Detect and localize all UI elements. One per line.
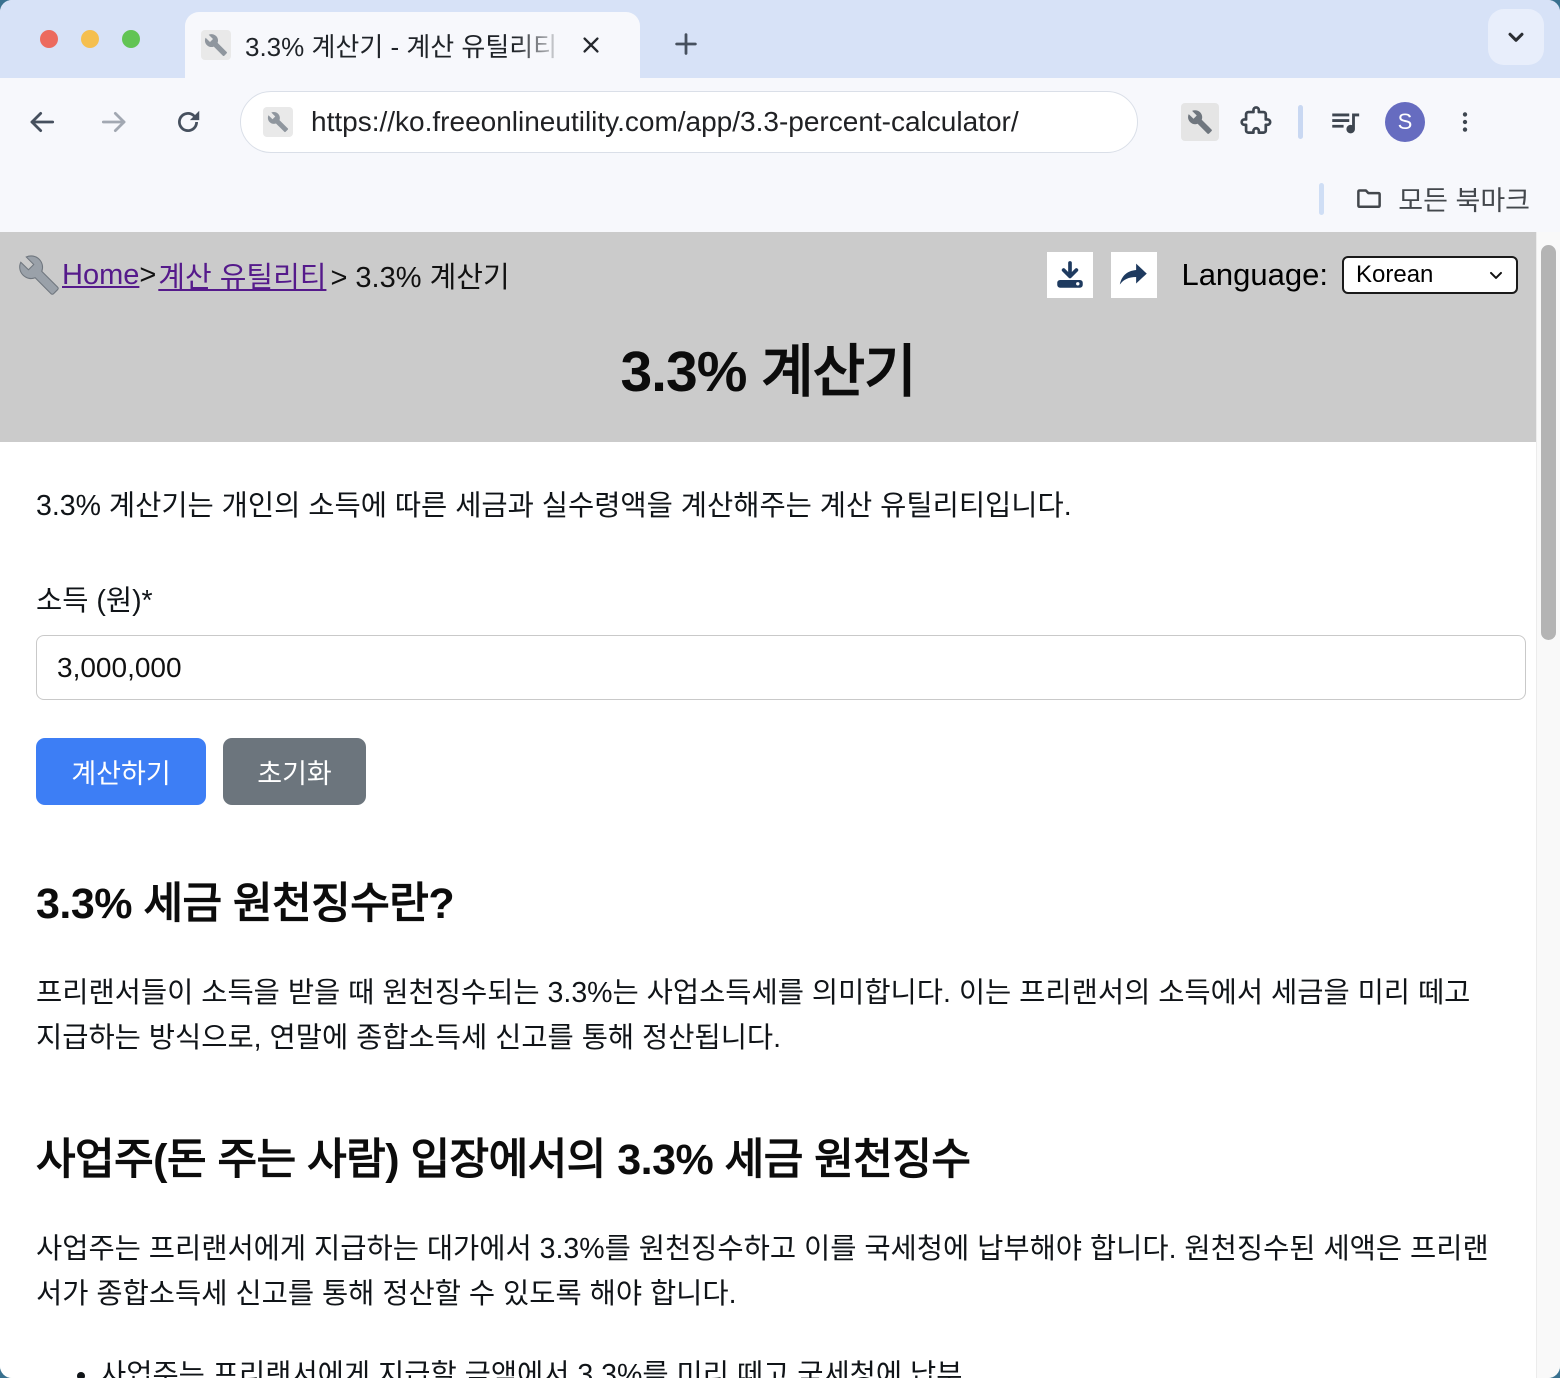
- tab-close-icon[interactable]: [573, 27, 609, 63]
- media-playlist-button[interactable]: [1317, 94, 1373, 150]
- page-content: 3.3% 계산기는 개인의 소득에 따른 세금과 실수령액을 계산해주는 계산 …: [0, 442, 1536, 1378]
- breadcrumb-home-link[interactable]: Home: [62, 259, 139, 292]
- section1-heading: 3.3% 세금 원천징수란?: [36, 880, 455, 929]
- profile-avatar[interactable]: S: [1385, 101, 1425, 142]
- button-row: 계산하기 초기화: [36, 738, 1500, 806]
- breadcrumb: Home > 계산 유틸리티 > 3.3% 계산기 Language: Kore…: [18, 252, 1518, 298]
- section2-body: 사업주는 프리랜서에게 지급하는 대가에서 3.3%를 원천징수하고 이를 국세…: [36, 1233, 1489, 1311]
- browser-window: 3.3% 계산기 - 계산 유틸리티 - 무 h: [0, 0, 1560, 1378]
- calculate-button[interactable]: 계산하기: [36, 738, 206, 806]
- wrench-icon: [267, 111, 289, 132]
- income-input[interactable]: [36, 635, 1526, 701]
- site-logo-wrench-icon: [19, 255, 59, 295]
- tab-title: 3.3% 계산기 - 계산 유틸리티 - 무: [245, 26, 565, 64]
- language-label: Language:: [1181, 257, 1328, 292]
- new-tab-button[interactable]: [662, 20, 710, 68]
- all-bookmarks-label: 모든 북마크: [1398, 186, 1530, 216]
- reload-button[interactable]: [160, 94, 216, 150]
- breadcrumb-current: > 3.3% 계산기: [330, 262, 510, 294]
- page-title: 3.3% 계산기: [620, 340, 916, 404]
- language-select[interactable]: Korean: [1342, 256, 1518, 294]
- list-item: 사업주는 프리랜서에게 지급할 금액에서 3.3%를 미리 떼고 국세청에 납부: [100, 1355, 1500, 1378]
- zoom-window-button[interactable]: [122, 30, 140, 48]
- forward-button[interactable]: [86, 94, 142, 150]
- section2-heading: 사업주(돈 주는 사람) 입장에서의 3.3% 세금 원천징수: [36, 1136, 971, 1185]
- url-bar[interactable]: https://ko.freeonlineutility.com/app/3.3…: [240, 90, 1138, 153]
- window-controls: [40, 30, 140, 48]
- download-icon: [1057, 261, 1084, 288]
- header-actions: Language: Korean: [1029, 252, 1518, 298]
- web-page: Home > 계산 유틸리티 > 3.3% 계산기 Language: Kore…: [0, 232, 1536, 1378]
- media-playlist-icon: [1332, 113, 1360, 133]
- scrollbar-thumb[interactable]: [1541, 245, 1556, 640]
- back-button[interactable]: [14, 94, 70, 150]
- bookmarks-bar: 모든 북마크: [0, 165, 1560, 232]
- tab-favicon: [201, 30, 231, 60]
- bookmarks-separator: [1319, 182, 1325, 215]
- browser-menu-button[interactable]: [1437, 94, 1493, 150]
- url-text: https://ko.freeonlineutility.com/app/3.3…: [311, 105, 1019, 137]
- breadcrumb-separator: >: [139, 258, 157, 291]
- back-arrow-icon: [30, 111, 55, 132]
- kebab-menu-icon: [1462, 111, 1468, 132]
- avatar-initial: S: [1397, 108, 1413, 134]
- wrench-icon: [204, 34, 227, 56]
- section2-bullet-list: 사업주는 프리랜서에게 지급할 금액에서 3.3%를 미리 떼고 국세청에 납부…: [36, 1355, 1500, 1378]
- extensions-button[interactable]: [1228, 94, 1284, 150]
- minimize-window-button[interactable]: [81, 30, 99, 48]
- download-button[interactable]: [1047, 252, 1094, 298]
- income-label: 소득 (원)*: [36, 585, 153, 618]
- close-window-button[interactable]: [40, 30, 58, 48]
- language-value: Korean: [1356, 261, 1434, 288]
- all-bookmarks-button[interactable]: 모든 북마크: [1354, 179, 1530, 218]
- breadcrumb-category-link[interactable]: 계산 유틸리티: [158, 254, 326, 296]
- reset-button[interactable]: 초기화: [223, 738, 366, 806]
- page-header: Home > 계산 유틸리티 > 3.3% 계산기 Language: Kore…: [0, 232, 1536, 442]
- chevron-down-icon: [1490, 271, 1502, 279]
- share-button[interactable]: [1111, 252, 1158, 298]
- active-tab[interactable]: 3.3% 계산기 - 계산 유틸리티 - 무: [185, 12, 640, 78]
- toolbar-right: S: [1172, 94, 1493, 150]
- tab-title-fade: [515, 26, 565, 64]
- extensions-puzzle-icon: [1240, 105, 1272, 134]
- toolbar-separator: [1298, 104, 1303, 139]
- tab-strip: 3.3% 계산기 - 계산 유틸리티 - 무: [0, 0, 1560, 78]
- folder-icon: [1357, 188, 1382, 208]
- section1-body: 프리랜서들이 소득을 받을 때 원천징수되는 3.3%는 사업소득세를 의미합니…: [36, 977, 1471, 1055]
- wrench-extension-button[interactable]: [1172, 94, 1228, 150]
- tab-search-button[interactable]: [1488, 9, 1544, 65]
- page-scrollbar[interactable]: [1536, 232, 1560, 1378]
- url-favicon: [263, 106, 293, 137]
- share-icon: [1120, 263, 1148, 285]
- browser-toolbar: https://ko.freeonlineutility.com/app/3.3…: [0, 78, 1560, 165]
- wrench-icon: [1188, 109, 1212, 134]
- calculator-description: 3.3% 계산기는 개인의 소득에 따른 세금과 실수령액을 계산해주는 계산 …: [36, 490, 1072, 522]
- forward-arrow-icon: [101, 111, 126, 132]
- reload-icon: [178, 110, 200, 132]
- chevron-down-icon: [1508, 32, 1524, 42]
